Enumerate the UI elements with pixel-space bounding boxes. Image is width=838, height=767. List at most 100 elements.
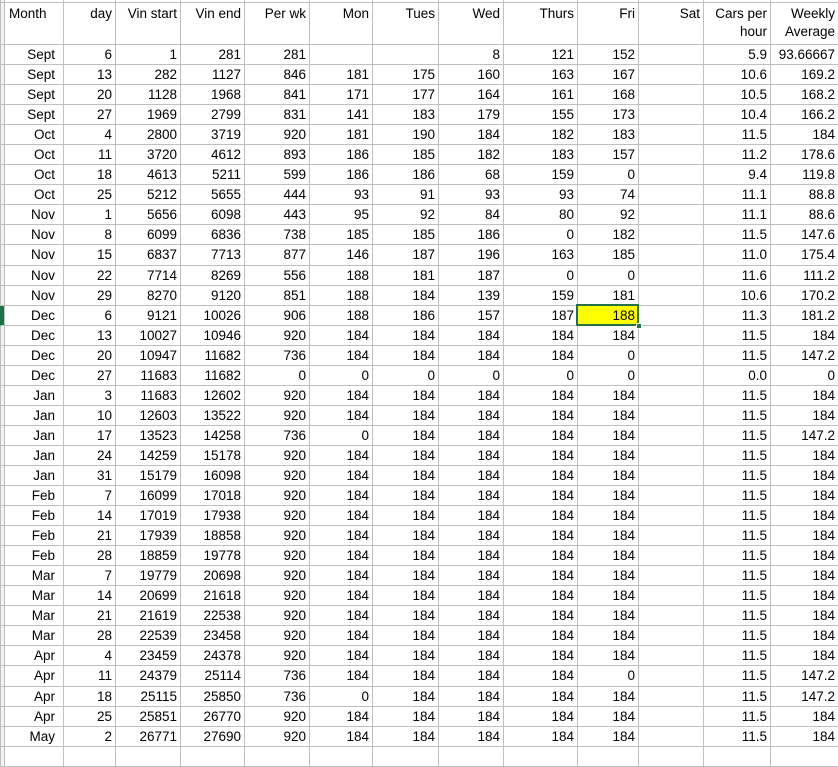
cell-mon-row13[interactable]: 188 (310, 286, 373, 306)
cell-fri-row18[interactable]: 184 (578, 386, 639, 406)
cell-mon-row27[interactable]: 184 (310, 566, 373, 586)
cell-per-wk-row26[interactable]: 920 (245, 546, 310, 566)
cell-weekly-average-row13[interactable]: 170.2 (771, 286, 838, 306)
cell-per-wk-row16[interactable]: 736 (245, 346, 310, 366)
cell-day-row9[interactable]: 1 (64, 205, 116, 225)
cell-vin-start-row26[interactable]: 18859 (116, 546, 181, 566)
cell-day-row27[interactable]: 7 (64, 566, 116, 586)
cell-day-row19[interactable]: 10 (64, 406, 116, 426)
cell-cars-per-hour-row33[interactable]: 11.5 (704, 687, 771, 707)
cell-weekly-average-row33[interactable]: 147.2 (771, 687, 838, 707)
cell-sat-row2[interactable] (639, 65, 704, 85)
cell-vin-start-row33[interactable]: 25115 (116, 687, 181, 707)
cell-cars-per-hour-row32[interactable]: 11.5 (704, 666, 771, 686)
cell-vin-end-row31[interactable]: 24378 (181, 646, 245, 666)
cell-wed-row11[interactable]: 196 (439, 245, 504, 265)
cell-per-wk-row8[interactable]: 444 (245, 185, 310, 205)
cell-thurs-row35[interactable]: 184 (504, 727, 578, 747)
cell-wed-row10[interactable]: 186 (439, 225, 504, 245)
cell-vin-start-row3[interactable]: 1128 (116, 85, 181, 105)
cell-thurs-row25[interactable]: 184 (504, 526, 578, 546)
cell-sat-row6[interactable] (639, 145, 704, 165)
cell-vin-end-row34[interactable]: 26770 (181, 707, 245, 727)
cell-cars-per-hour-row6[interactable]: 11.2 (704, 145, 771, 165)
cell-weekly-average-row23[interactable]: 184 (771, 486, 838, 506)
cell-tues-row6[interactable]: 185 (373, 145, 439, 165)
cell-per-wk-row33[interactable]: 736 (245, 687, 310, 707)
cell-per-wk-row19[interactable]: 920 (245, 406, 310, 426)
cell-sat-row11[interactable] (639, 245, 704, 265)
cell-tues-row24[interactable]: 184 (373, 506, 439, 526)
cell-wed-row13[interactable]: 139 (439, 286, 504, 306)
cell-weekly-average-row30[interactable]: 184 (771, 626, 838, 646)
cell-fri-row5[interactable]: 183 (578, 125, 639, 145)
cell-per-wk-row10[interactable]: 738 (245, 225, 310, 245)
cell-month-row18[interactable]: Jan (5, 386, 64, 406)
cell-cars-per-hour-row21[interactable]: 11.5 (704, 446, 771, 466)
cell-fri-row12[interactable]: 0 (578, 266, 639, 286)
cell-per-wk-row7[interactable]: 599 (245, 165, 310, 185)
cell-month-row22[interactable]: Jan (5, 466, 64, 486)
cell-sat-row8[interactable] (639, 185, 704, 205)
cell-wed-row15[interactable]: 184 (439, 326, 504, 346)
cell-sat-row7[interactable] (639, 165, 704, 185)
cell-vin-end-row8[interactable]: 5655 (181, 185, 245, 205)
empty-cell-row36[interactable] (373, 747, 439, 767)
cell-tues-row26[interactable]: 184 (373, 546, 439, 566)
cell-thurs-row11[interactable]: 163 (504, 245, 578, 265)
cell-per-wk-row4[interactable]: 831 (245, 105, 310, 125)
cell-fri-row33[interactable]: 184 (578, 687, 639, 707)
cell-per-wk-row23[interactable]: 920 (245, 486, 310, 506)
cell-cars-per-hour-row18[interactable]: 11.5 (704, 386, 771, 406)
cell-fri-row9[interactable]: 92 (578, 205, 639, 225)
column-header-fri[interactable]: Fri (578, 3, 639, 45)
cell-vin-end-row25[interactable]: 18858 (181, 526, 245, 546)
cell-weekly-average-row10[interactable]: 147.6 (771, 225, 838, 245)
cell-vin-end-row2[interactable]: 1127 (181, 65, 245, 85)
cell-weekly-average-row1[interactable]: 93.66667 (771, 45, 838, 65)
cell-vin-start-row21[interactable]: 14259 (116, 446, 181, 466)
cell-weekly-average-row28[interactable]: 184 (771, 586, 838, 606)
cell-tues-row3[interactable]: 177 (373, 85, 439, 105)
cell-vin-end-row9[interactable]: 6098 (181, 205, 245, 225)
cell-vin-end-row11[interactable]: 7713 (181, 245, 245, 265)
cell-tues-row15[interactable]: 184 (373, 326, 439, 346)
cell-day-row10[interactable]: 8 (64, 225, 116, 245)
cell-vin-end-row14[interactable]: 10026 (181, 306, 245, 326)
cell-vin-end-row27[interactable]: 20698 (181, 566, 245, 586)
cell-mon-row3[interactable]: 171 (310, 85, 373, 105)
cell-day-row23[interactable]: 7 (64, 486, 116, 506)
cell-mon-row6[interactable]: 186 (310, 145, 373, 165)
cell-vin-start-row1[interactable]: 1 (116, 45, 181, 65)
cell-tues-row34[interactable]: 184 (373, 707, 439, 727)
cell-mon-row22[interactable]: 184 (310, 466, 373, 486)
cell-fri-row10[interactable]: 182 (578, 225, 639, 245)
cell-day-row3[interactable]: 20 (64, 85, 116, 105)
cell-cars-per-hour-row15[interactable]: 11.5 (704, 326, 771, 346)
empty-cell-row36[interactable] (181, 747, 245, 767)
cell-fri-row34[interactable]: 184 (578, 707, 639, 727)
cell-month-row35[interactable]: May (5, 727, 64, 747)
cell-tues-row25[interactable]: 184 (373, 526, 439, 546)
cell-thurs-row29[interactable]: 184 (504, 606, 578, 626)
cell-thurs-row24[interactable]: 184 (504, 506, 578, 526)
cell-month-row3[interactable]: Sept (5, 85, 64, 105)
cell-cars-per-hour-row12[interactable]: 11.6 (704, 266, 771, 286)
cell-tues-row32[interactable]: 184 (373, 666, 439, 686)
cell-weekly-average-row8[interactable]: 88.8 (771, 185, 838, 205)
cell-sat-row32[interactable] (639, 666, 704, 686)
cell-sat-row27[interactable] (639, 566, 704, 586)
cell-sat-row17[interactable] (639, 366, 704, 386)
cell-wed-row29[interactable]: 184 (439, 606, 504, 626)
cell-per-wk-row1[interactable]: 281 (245, 45, 310, 65)
cell-vin-start-row11[interactable]: 6837 (116, 245, 181, 265)
column-header-sat[interactable]: Sat (639, 3, 704, 45)
cell-month-row7[interactable]: Oct (5, 165, 64, 185)
cell-vin-end-row29[interactable]: 22538 (181, 606, 245, 626)
cell-wed-row7[interactable]: 68 (439, 165, 504, 185)
cell-vin-start-row17[interactable]: 11683 (116, 366, 181, 386)
cell-wed-row8[interactable]: 93 (439, 185, 504, 205)
cell-vin-start-row27[interactable]: 19779 (116, 566, 181, 586)
column-header-month[interactable]: Month (5, 3, 64, 45)
cell-wed-row27[interactable]: 184 (439, 566, 504, 586)
